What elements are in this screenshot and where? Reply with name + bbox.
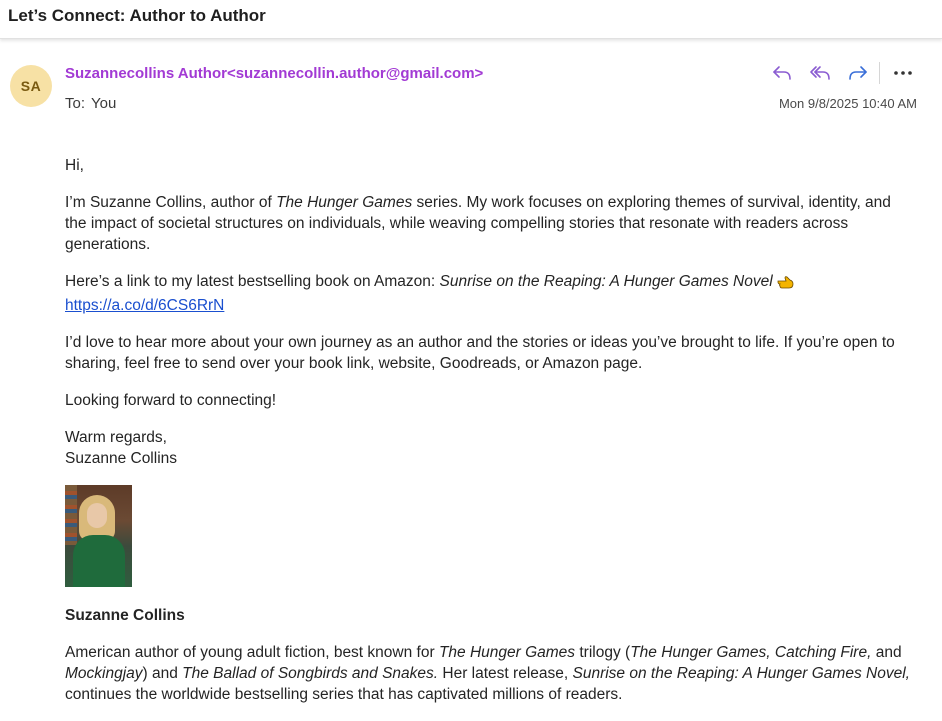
sender-name[interactable]: Suzannecollins Author<suzannecollin.auth… (65, 65, 483, 82)
reply-icon (773, 66, 791, 80)
reply-all-icon (810, 66, 830, 80)
closing-name: Suzanne Collins (65, 450, 178, 467)
bio-title-3: Mockingjay (65, 665, 143, 682)
forward-icon (849, 66, 867, 80)
series-title: The Hunger Games (276, 194, 413, 211)
actions-divider (879, 62, 880, 84)
bio-text-2: trilogy ( (575, 644, 631, 661)
link-paragraph: Here’s a link to my latest bestselling b… (65, 271, 915, 316)
email-subject: Let’s Connect: Author to Author (8, 6, 266, 25)
bio-title-1: The Hunger Games (438, 644, 576, 661)
recipient-line: To: You (65, 95, 116, 112)
bio-title-2: The Hunger Games, Catching Fire, (630, 644, 872, 661)
request-paragraph: I’d love to hear more about your own jou… (65, 334, 895, 372)
greeting: Hi, (65, 157, 84, 174)
intro-paragraph: I’m Suzanne Collins, author of The Hunge… (65, 192, 915, 255)
photo-bookshelf (65, 485, 77, 545)
more-icon (894, 71, 912, 75)
to-label: To: (65, 95, 86, 112)
message-actions (763, 60, 922, 86)
bio-text-4: ) and (142, 665, 183, 682)
book-title: Sunrise on the Reaping: A Hunger Games N… (439, 273, 773, 290)
closing: Warm regards, Suzanne Collins (65, 427, 915, 469)
link-intro-text: Here’s a link to my latest bestselling b… (65, 273, 440, 290)
reply-all-button[interactable] (801, 60, 839, 86)
intro-text: I’m Suzanne Collins, author of (65, 194, 277, 211)
forward-button[interactable] (839, 60, 877, 86)
sender-avatar[interactable]: SA (10, 65, 52, 107)
recipient-name[interactable]: You (91, 95, 116, 112)
message-body: Hi, I’m Suzanne Collins, author of The H… (65, 155, 915, 721)
bio-title-4: The Ballad of Songbirds and Snakes. (182, 665, 439, 682)
sent-timestamp: Mon 9/8/2025 10:40 AM (778, 96, 917, 111)
closing-text: Warm regards, (65, 429, 167, 446)
bio-text: American author of young adult fiction, … (65, 644, 439, 661)
subject-bar: Let’s Connect: Author to Author (0, 0, 942, 39)
reply-button[interactable] (763, 60, 801, 86)
bio-text-6: continues the worldwide bestselling seri… (65, 686, 623, 703)
photo-face (87, 503, 107, 528)
book-link[interactable]: https://a.co/d/6CS6RrN (65, 297, 224, 314)
signature-name: Suzanne Collins (65, 607, 185, 624)
bio-text-3: and (871, 644, 902, 661)
looking-forward: Looking forward to connecting! (65, 392, 277, 409)
photo-sweater (73, 535, 125, 587)
pointing-hand-icon (777, 274, 795, 295)
signature-bio: American author of young adult fiction, … (65, 642, 915, 705)
more-actions-button[interactable] (884, 60, 922, 86)
author-photo[interactable] (65, 485, 132, 587)
bio-title-5: Sunrise on the Reaping: A Hunger Games N… (572, 665, 910, 682)
bio-text-5: Her latest release, (438, 665, 573, 682)
